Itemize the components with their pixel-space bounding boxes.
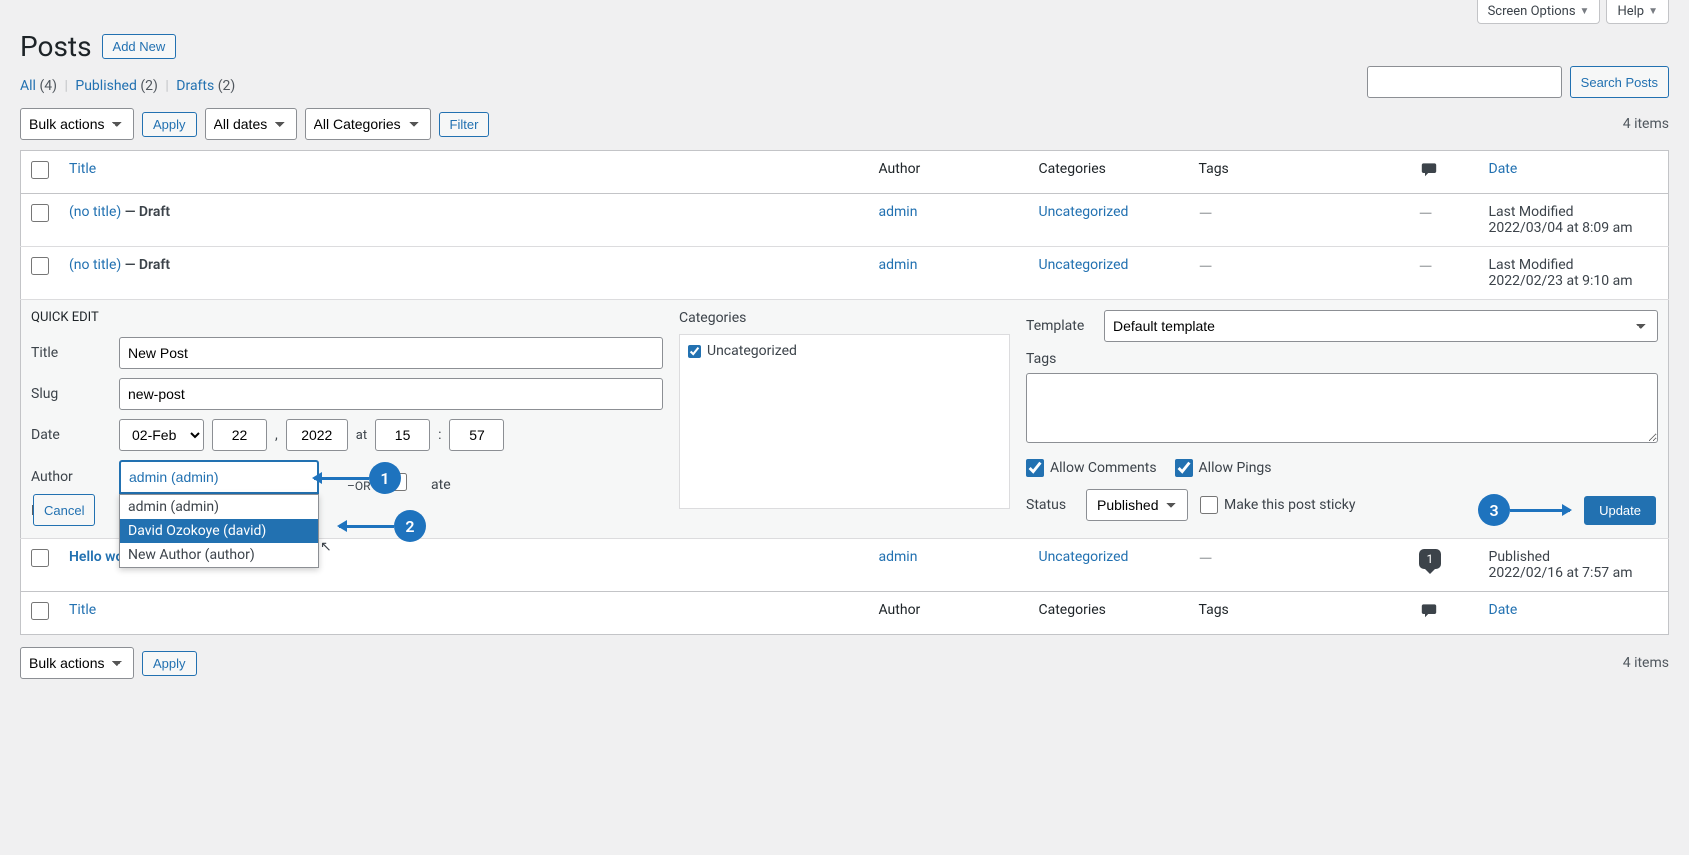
qe-slug-input[interactable] bbox=[119, 378, 663, 410]
date-label: Last Modified bbox=[1489, 204, 1574, 220]
author-link[interactable]: admin bbox=[879, 549, 918, 565]
qe-title-label: Title bbox=[31, 345, 111, 361]
allow-comments-checkbox[interactable] bbox=[1026, 459, 1044, 477]
qe-month-select[interactable]: 02-Feb bbox=[119, 419, 204, 451]
author-link[interactable]: admin bbox=[879, 257, 918, 273]
chevron-down-icon: ▼ bbox=[1580, 6, 1590, 17]
quick-edit-heading: QUICK EDIT bbox=[31, 310, 663, 325]
qe-at-label: at bbox=[356, 428, 367, 443]
category-link[interactable]: Uncategorized bbox=[1039, 257, 1129, 273]
post-title-link[interactable]: (no title) bbox=[69, 257, 121, 273]
author-option[interactable]: New Author (author) bbox=[120, 543, 318, 567]
cancel-button[interactable]: Cancel bbox=[33, 494, 95, 526]
tags-empty: — bbox=[1199, 257, 1213, 278]
qe-categories-label: Categories bbox=[679, 310, 1010, 326]
row-checkbox[interactable] bbox=[31, 204, 49, 222]
comments-empty: — bbox=[1419, 257, 1433, 278]
annotation-2: 2 bbox=[394, 510, 426, 542]
items-count-bottom: 4 items bbox=[1623, 655, 1669, 671]
col-author: Author bbox=[869, 151, 1029, 194]
date-value: 2022/02/23 at 9:10 am bbox=[1489, 273, 1633, 289]
tags-empty: — bbox=[1199, 549, 1213, 570]
page-title: Posts bbox=[20, 30, 92, 63]
quick-edit-row: QUICK EDIT Title Slug Date 02-Feb , bbox=[21, 300, 1669, 539]
update-button[interactable]: Update bbox=[1584, 496, 1656, 525]
add-new-button[interactable]: Add New bbox=[102, 34, 177, 59]
col-author: Author bbox=[869, 592, 1029, 635]
categories-select[interactable]: All Categories bbox=[305, 108, 431, 140]
screen-options-tab[interactable]: Screen Options ▼ bbox=[1477, 0, 1601, 24]
qe-title-input[interactable] bbox=[119, 337, 663, 369]
comment-icon bbox=[1419, 602, 1439, 618]
categories-box[interactable]: Uncategorized bbox=[679, 334, 1010, 509]
col-title[interactable]: Title bbox=[59, 151, 869, 194]
private-label-partial: ate bbox=[431, 477, 451, 493]
qe-author-select[interactable]: admin (admin) bbox=[119, 460, 319, 494]
filter-drafts[interactable]: Drafts bbox=[176, 78, 214, 94]
bulk-actions-select[interactable]: Bulk actions bbox=[20, 108, 134, 140]
qe-template-label: Template bbox=[1026, 318, 1096, 334]
apply-button-top[interactable]: Apply bbox=[142, 112, 197, 137]
help-tab[interactable]: Help ▼ bbox=[1606, 0, 1669, 24]
qe-day-input[interactable] bbox=[212, 419, 267, 451]
comment-count[interactable]: 1 bbox=[1419, 549, 1442, 569]
search-input[interactable] bbox=[1367, 66, 1562, 98]
filter-all[interactable]: All bbox=[20, 78, 36, 94]
col-date[interactable]: Date bbox=[1479, 592, 1669, 635]
qe-tags-label: Tags bbox=[1026, 351, 1658, 367]
row-checkbox[interactable] bbox=[31, 257, 49, 275]
comment-icon bbox=[1419, 161, 1439, 177]
author-link[interactable]: admin bbox=[879, 204, 918, 220]
bulk-actions-select-bottom[interactable]: Bulk actions bbox=[20, 647, 134, 679]
col-title[interactable]: Title bbox=[59, 592, 869, 635]
col-comments[interactable] bbox=[1409, 151, 1479, 194]
post-state: — Draft bbox=[121, 204, 170, 220]
row-checkbox[interactable] bbox=[31, 549, 49, 567]
qe-year-input[interactable] bbox=[286, 419, 348, 451]
filter-button[interactable]: Filter bbox=[439, 112, 490, 137]
qe-author-label: Author bbox=[31, 469, 111, 485]
date-label: Last Modified bbox=[1489, 257, 1574, 273]
category-link[interactable]: Uncategorized bbox=[1039, 204, 1129, 220]
apply-button-bottom[interactable]: Apply bbox=[142, 651, 197, 676]
qe-slug-label: Slug bbox=[31, 386, 111, 402]
col-date[interactable]: Date bbox=[1479, 151, 1669, 194]
search-button[interactable]: Search Posts bbox=[1570, 66, 1669, 98]
filter-published[interactable]: Published bbox=[75, 78, 136, 94]
qe-template-select[interactable]: Default template bbox=[1104, 310, 1658, 342]
author-dropdown: admin (admin) David Ozokoye (david) New … bbox=[119, 494, 319, 568]
col-tags: Tags bbox=[1189, 592, 1409, 635]
table-row: (no title) — Draft admin Uncategorized —… bbox=[21, 247, 1669, 300]
col-categories: Categories bbox=[1029, 151, 1189, 194]
table-row: (no title) — Draft admin Uncategorized —… bbox=[21, 194, 1669, 247]
author-option[interactable]: admin (admin) bbox=[120, 495, 318, 519]
select-all-checkbox-bottom[interactable] bbox=[31, 602, 49, 620]
qe-hour-input[interactable] bbox=[375, 419, 430, 451]
cursor-icon: ↖ bbox=[320, 539, 332, 555]
comments-empty: — bbox=[1419, 204, 1433, 225]
col-tags: Tags bbox=[1189, 151, 1409, 194]
post-state: — Draft bbox=[121, 257, 170, 273]
allow-pings-checkbox[interactable] bbox=[1175, 459, 1193, 477]
chevron-down-icon: ▼ bbox=[1648, 6, 1658, 17]
annotation-1: 1 bbox=[369, 462, 401, 494]
post-title-link[interactable]: (no title) bbox=[69, 204, 121, 220]
dates-select[interactable]: All dates bbox=[205, 108, 297, 140]
items-count: 4 items bbox=[1623, 116, 1669, 132]
select-all-checkbox[interactable] bbox=[31, 161, 49, 179]
date-label: Published bbox=[1489, 549, 1550, 565]
author-option-selected[interactable]: David Ozokoye (david) bbox=[120, 519, 318, 543]
col-comments[interactable] bbox=[1409, 592, 1479, 635]
qe-date-label: Date bbox=[31, 427, 111, 443]
qe-minute-input[interactable] bbox=[449, 419, 504, 451]
category-link[interactable]: Uncategorized bbox=[1039, 549, 1129, 565]
qe-tags-textarea[interactable] bbox=[1026, 373, 1658, 443]
date-value: 2022/02/16 at 7:57 am bbox=[1489, 565, 1633, 581]
tags-empty: — bbox=[1199, 204, 1213, 225]
annotation-3: 3 bbox=[1478, 494, 1510, 526]
cat-uncategorized-checkbox[interactable] bbox=[688, 345, 701, 358]
col-categories: Categories bbox=[1029, 592, 1189, 635]
date-value: 2022/03/04 at 8:09 am bbox=[1489, 220, 1633, 236]
